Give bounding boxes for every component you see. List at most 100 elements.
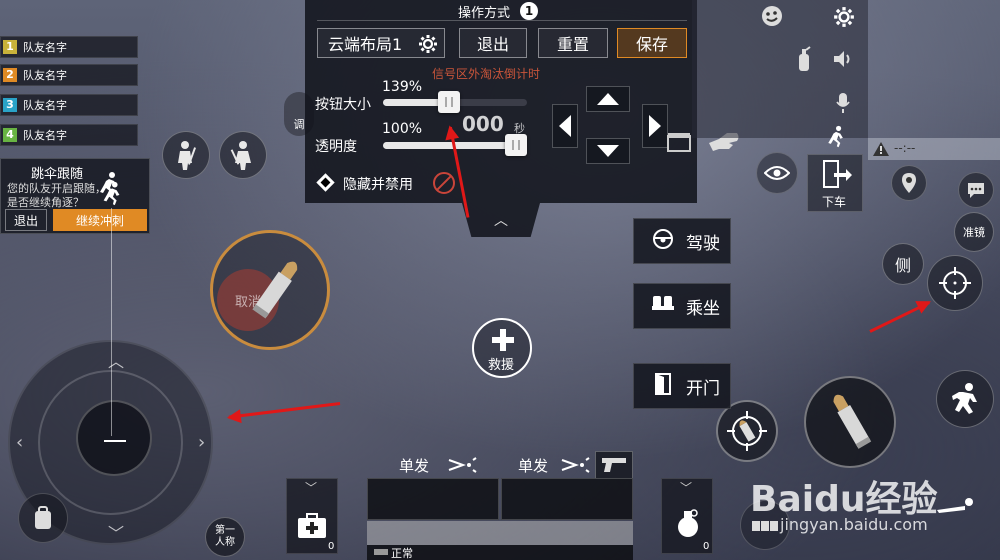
teammate-signal-button[interactable]: [219, 131, 267, 179]
backpack-button[interactable]: [18, 493, 68, 543]
pistol-slot[interactable]: [595, 451, 633, 479]
left-fire-button[interactable]: 取消: [210, 230, 330, 350]
map-marker-button[interactable]: [891, 165, 927, 201]
exit-vehicle-icon: [823, 160, 852, 188]
open-door-label: 开门: [686, 378, 720, 399]
opacity-slider-fill: [383, 142, 516, 149]
get-off-label: 下车: [822, 195, 847, 209]
grenade-icon: [678, 509, 698, 537]
weapon-slot-1[interactable]: [367, 478, 499, 520]
medkit-count: 0: [328, 541, 335, 552]
medkit-icon: [298, 513, 326, 538]
emote-button[interactable]: [758, 2, 786, 30]
follow-dialog-question-2: 是否继续角逐？: [7, 196, 84, 209]
layout-name-button[interactable]: 云端布局1: [317, 28, 445, 58]
left-fire-mode[interactable]: 单发: [383, 451, 497, 479]
door-icon: [648, 372, 678, 400]
watermark-url: jingyan.baidu.com: [780, 515, 928, 534]
settings-button[interactable]: [831, 4, 857, 30]
panel-exit-button[interactable]: 退出: [459, 28, 527, 58]
open-door-button[interactable]: 开门: [633, 363, 731, 409]
team-number: 1: [3, 40, 17, 54]
triangle-right-icon: [649, 115, 661, 137]
crosshair-bullet-icon: [727, 411, 767, 451]
grenade-slot[interactable]: ﹀ 0: [661, 478, 713, 554]
panel-reset-button[interactable]: 重置: [538, 28, 608, 58]
disable-icon[interactable]: [433, 172, 455, 194]
aim-fire-button[interactable]: [716, 400, 778, 462]
triangle-up-icon: [597, 93, 619, 105]
team-name: 队友名字: [23, 69, 67, 82]
sprint-button[interactable]: [821, 122, 851, 152]
status-bar: 正常: [367, 545, 633, 560]
opacity-slider-thumb[interactable]: [505, 134, 527, 156]
chat-button[interactable]: [958, 172, 994, 208]
zone-time: --:--: [894, 141, 916, 155]
ride-button[interactable]: 乘坐: [633, 283, 731, 329]
zone-warning-text: 信号区外淘汰倒计时: [432, 67, 541, 81]
chevron-down-icon: ﹀: [680, 481, 693, 495]
microphone-button[interactable]: [830, 90, 856, 116]
right-fire-button[interactable]: [804, 376, 896, 468]
right-fire-mode[interactable]: 单发: [502, 451, 596, 479]
soldier-icon: [230, 141, 251, 170]
gear-icon: [834, 7, 854, 27]
layout-name: 云端布局1: [328, 35, 403, 54]
follow-continue-button[interactable]: 继续冲刺: [53, 209, 147, 231]
size-slider[interactable]: [383, 91, 527, 113]
backpack-icon: [35, 506, 51, 529]
ride-label: 乘坐: [686, 298, 720, 319]
lean-up-button[interactable]: [586, 86, 630, 112]
soldier-icon: [178, 141, 197, 170]
chevron-right-icon: ›: [198, 432, 206, 453]
drive-button[interactable]: 驾驶: [633, 218, 731, 264]
size-label: 按钮大小: [315, 97, 371, 113]
scope-button[interactable]: 准镜: [954, 212, 994, 252]
chevron-down-icon: ﹀: [305, 481, 318, 495]
medkit-slot[interactable]: ﹀ 0: [286, 478, 338, 554]
jump-icon: [952, 383, 977, 414]
size-slider-thumb[interactable]: [438, 91, 460, 113]
team-member-1: 1 队友名字: [0, 36, 138, 58]
view-toggle-button[interactable]: 第一 人称: [205, 517, 245, 557]
zone-info-bar: --:--: [868, 138, 1000, 160]
get-off-button[interactable]: 下车: [807, 154, 863, 212]
team-name: 队友名字: [23, 129, 67, 142]
timer-unit: 秒: [514, 122, 525, 135]
joystick-knob[interactable]: [76, 400, 152, 476]
rescue-button[interactable]: 救援: [472, 318, 532, 378]
aim-button[interactable]: [927, 255, 983, 311]
running-icon: [828, 125, 843, 148]
chat-icon: [968, 183, 984, 198]
microphone-icon: [836, 93, 850, 113]
speaker-button[interactable]: [828, 44, 858, 74]
opacity-value: 100%: [382, 121, 423, 137]
sprint-lock-icon[interactable]: [94, 176, 130, 212]
weapon-slot-2[interactable]: [501, 478, 633, 520]
panel-collapse-tab[interactable]: ︿: [462, 203, 540, 237]
lean-left-button[interactable]: [552, 104, 578, 148]
side-aim-button[interactable]: 侧: [882, 243, 924, 285]
free-look-button[interactable]: [756, 152, 798, 194]
team-name: 队友名字: [23, 99, 67, 112]
drive-label: 驾驶: [686, 233, 720, 254]
lean-down-button[interactable]: [586, 138, 630, 164]
crate-icon: [665, 128, 693, 156]
single-shot-icon: [561, 457, 590, 473]
chevron-down-icon: ﹀: [108, 524, 125, 543]
follow-exit-button[interactable]: 退出: [5, 209, 47, 231]
teammate-signal-button[interactable]: [162, 131, 210, 179]
emoji-icon: [762, 6, 782, 26]
view-toggle-line1: 第一: [215, 525, 235, 536]
team-number: 4: [3, 128, 17, 142]
timer-value: 000: [462, 112, 504, 136]
jump-button[interactable]: [936, 370, 994, 428]
panel-save-button[interactable]: 保存: [617, 28, 687, 58]
seat-icon: [648, 294, 678, 319]
left-fire-mode-label: 单发: [399, 456, 430, 475]
crouch-icon[interactable]: [930, 490, 980, 520]
team-number: 2: [3, 68, 17, 82]
chevron-left-icon: ‹: [16, 432, 24, 453]
team-member-3: 3 队友名字: [0, 94, 138, 116]
single-shot-icon: [448, 457, 477, 473]
